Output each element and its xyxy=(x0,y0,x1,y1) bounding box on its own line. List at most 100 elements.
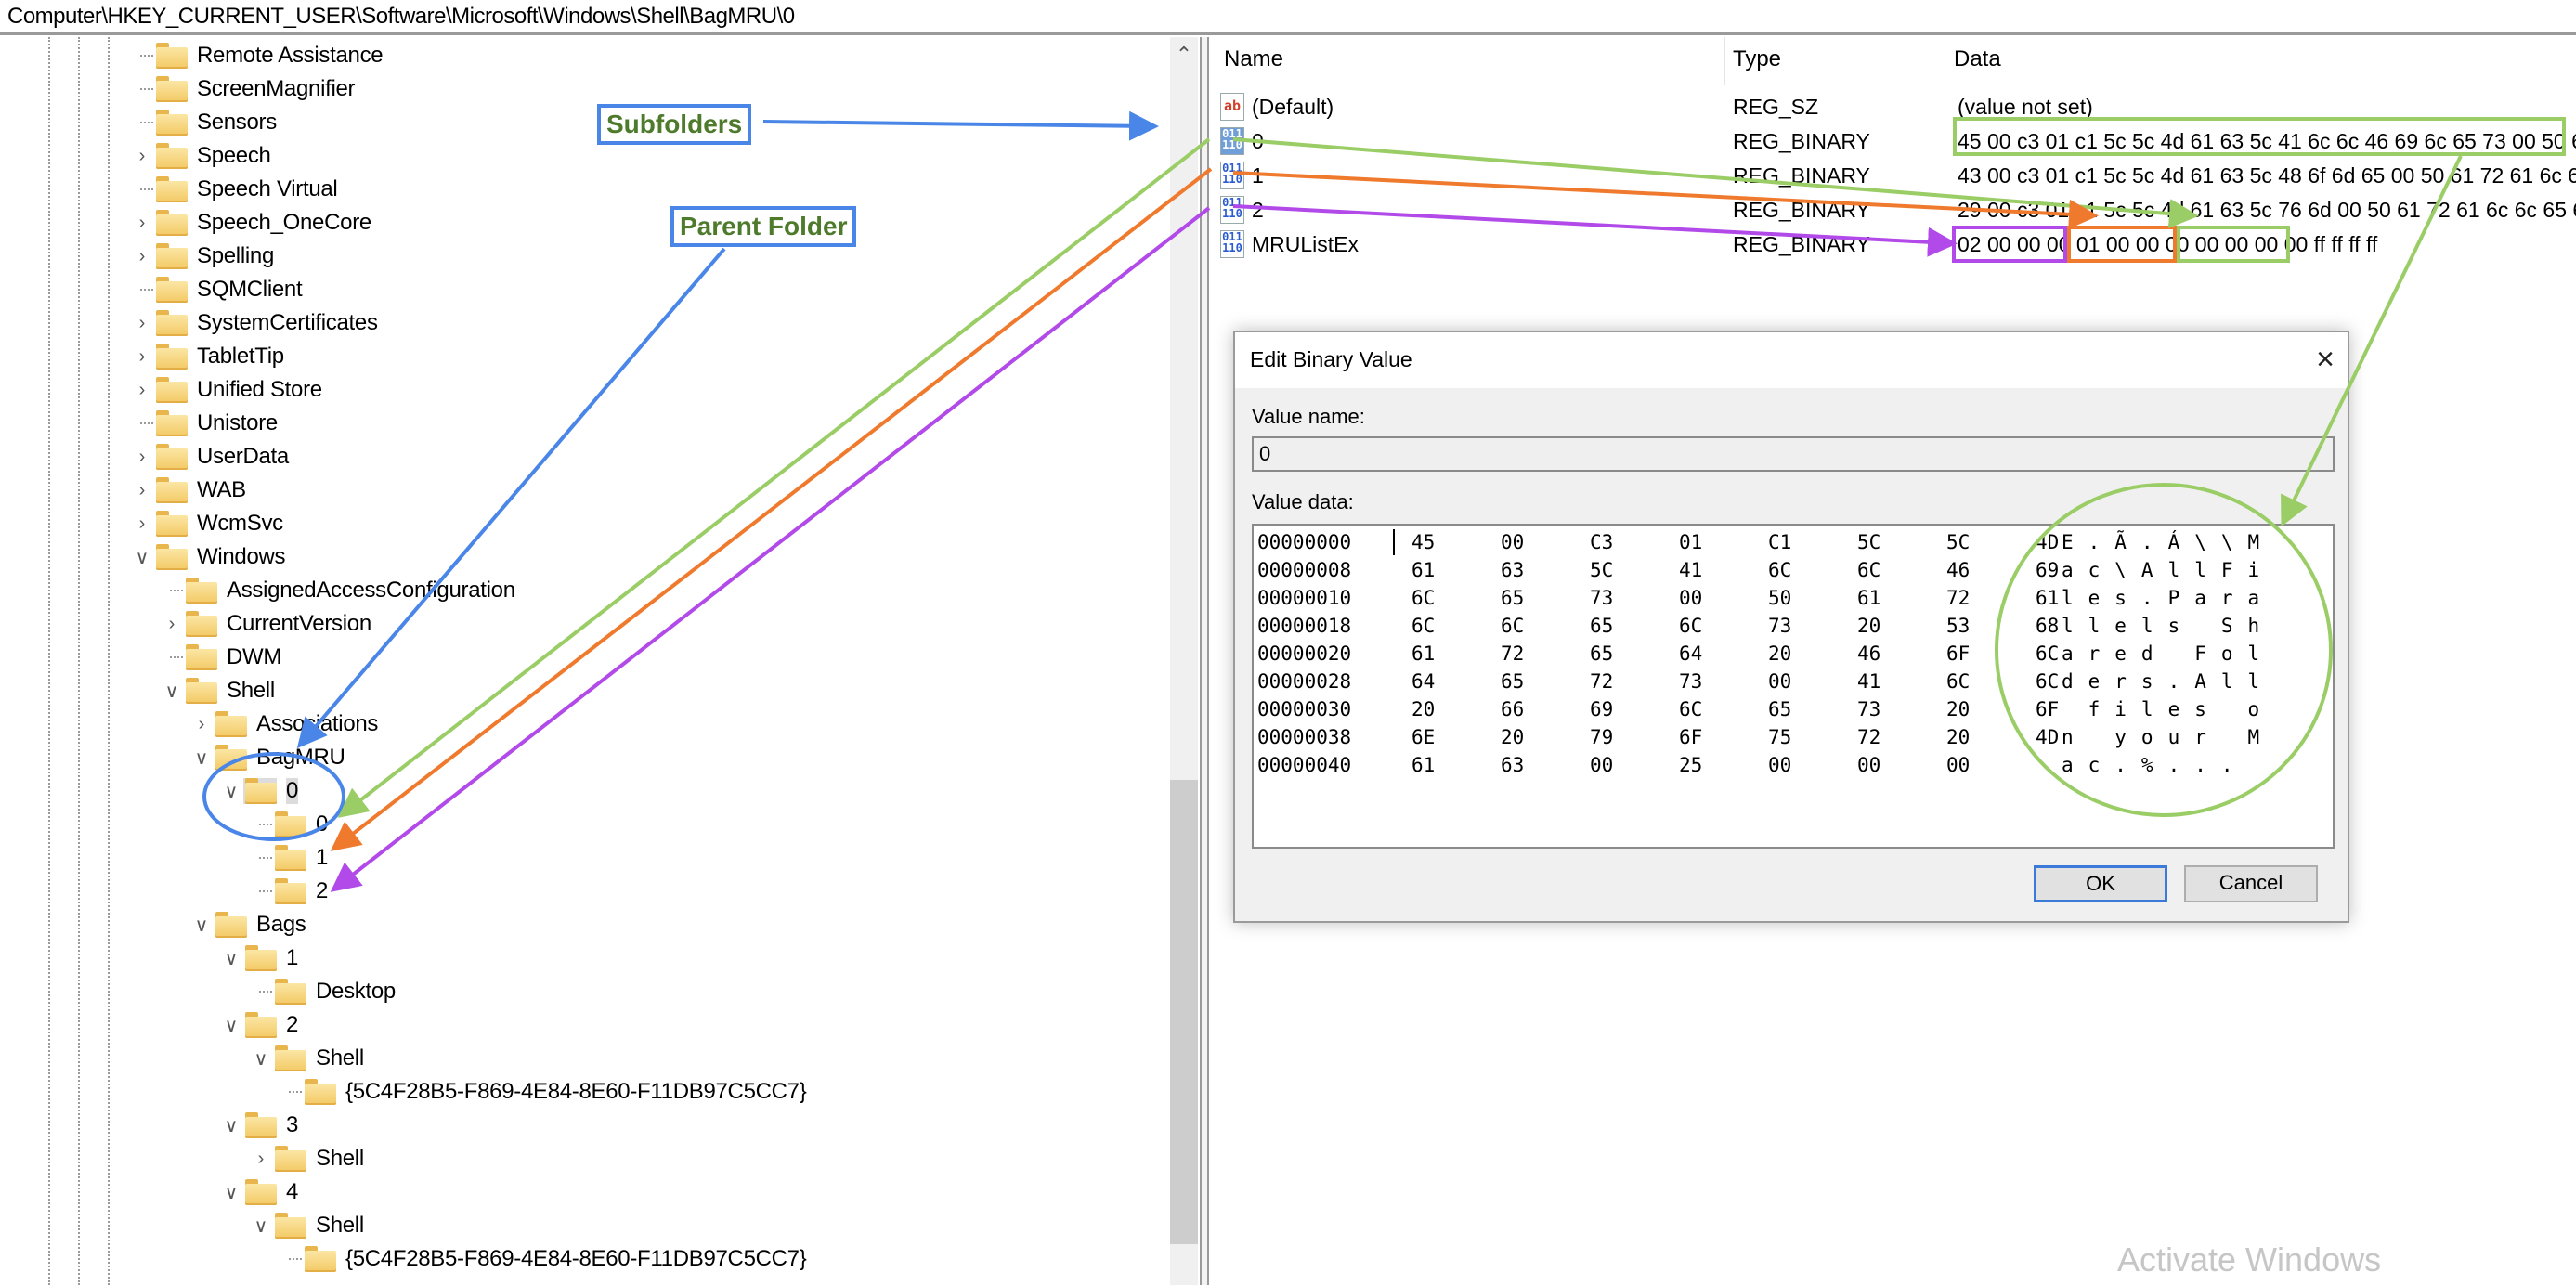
tree-item[interactable]: › Speech_OneCore xyxy=(130,206,371,240)
tree-item[interactable]: Desktop xyxy=(249,975,396,1008)
hex-byte[interactable]: 65 xyxy=(1590,642,1613,665)
hex-byte[interactable]: 72 xyxy=(1590,670,1613,693)
hex-byte[interactable]: 72 xyxy=(1857,726,1880,748)
value-row[interactable]: 011 110 MRUListEx REG_BINARY 02 00 00 00 01… xyxy=(1211,228,2576,262)
tree-item[interactable]: 1 xyxy=(249,841,328,875)
chevron-right-icon[interactable]: › xyxy=(160,614,184,635)
tree-item[interactable]: ∨ Shell xyxy=(249,1209,364,1242)
chevron-down-icon[interactable]: ∨ xyxy=(219,947,243,970)
hex-byte[interactable]: 20 xyxy=(1946,726,1970,748)
chevron-down-icon[interactable]: ∨ xyxy=(249,1214,273,1238)
tree-item[interactable]: › Spelling xyxy=(130,240,274,273)
hex-byte[interactable]: 45 xyxy=(1412,531,1435,553)
tree-item[interactable]: {5C4F28B5-F869-4E84-8E60-F11DB97C5CC7} xyxy=(279,1242,807,1276)
hex-byte[interactable]: 73 xyxy=(1679,670,1702,693)
hex-byte[interactable]: 46 xyxy=(1946,559,1970,581)
address-path[interactable]: Computer\HKEY_CURRENT_USER\Software\Micr… xyxy=(7,4,795,30)
tree-item[interactable]: AssignedAccessConfiguration xyxy=(160,574,515,607)
pane-splitter[interactable] xyxy=(1200,37,1209,1285)
hex-byte[interactable]: 5C xyxy=(1946,531,1970,553)
hex-byte[interactable]: 6C xyxy=(1857,559,1880,581)
hex-byte[interactable]: 64 xyxy=(1679,642,1702,665)
hex-byte[interactable]: 69 xyxy=(1590,698,1613,720)
hex-byte[interactable]: 20 xyxy=(1768,642,1791,665)
tree-item[interactable]: › UserData xyxy=(130,440,289,474)
hex-byte[interactable]: 00 xyxy=(1501,531,1524,553)
tree-item[interactable]: › Shell xyxy=(249,1142,364,1175)
column-header-data[interactable]: Data xyxy=(1954,46,2001,72)
hex-byte[interactable]: 75 xyxy=(1768,726,1791,748)
tree-item[interactable]: Sensors xyxy=(130,106,277,139)
hex-byte[interactable]: 25 xyxy=(1679,754,1702,776)
hex-byte[interactable]: 5C xyxy=(1590,559,1613,581)
tree-item[interactable]: ∨ Shell xyxy=(160,674,275,707)
cancel-button[interactable]: Cancel xyxy=(2184,865,2318,902)
tree-item[interactable]: › Associations xyxy=(189,707,378,741)
chevron-down-icon[interactable]: ∨ xyxy=(130,546,154,569)
hex-byte[interactable]: 00 xyxy=(1857,754,1880,776)
dialog-title-bar[interactable]: Edit Binary Value × xyxy=(1235,332,2348,388)
value-data-hex-editor[interactable]: 00000000 45 00 C3 01 C1 5C 5C 4D E.Ã.Á\\M 00000008… xyxy=(1252,524,2335,849)
registry-key-tree[interactable]: Remote Assistance ScreenMagnifier Sensors ›… xyxy=(0,37,1168,1285)
hex-byte[interactable]: 63 xyxy=(1501,559,1524,581)
tree-scrollbar[interactable]: ⌃ xyxy=(1170,37,1198,1285)
hex-byte[interactable]: 69 xyxy=(2036,559,2059,581)
tree-item[interactable]: › CurrentVersion xyxy=(160,607,371,641)
tree-item[interactable]: ∨ 3 xyxy=(219,1109,298,1142)
hex-byte[interactable]: 6C xyxy=(1412,587,1435,609)
hex-byte[interactable]: 6C xyxy=(1946,670,1970,693)
hex-byte[interactable]: C3 xyxy=(1590,531,1613,553)
hex-byte[interactable]: 61 xyxy=(1857,587,1880,609)
tree-item[interactable]: DWM xyxy=(160,641,281,674)
hex-byte[interactable]: 20 xyxy=(1501,726,1524,748)
chevron-down-icon[interactable]: ∨ xyxy=(249,1047,273,1071)
hex-byte[interactable]: 64 xyxy=(1412,670,1435,693)
hex-byte[interactable]: C1 xyxy=(1768,531,1791,553)
tree-item[interactable]: ∨ 2 xyxy=(219,1008,298,1042)
hex-byte[interactable]: 6C xyxy=(1501,615,1524,637)
hex-byte[interactable]: 50 xyxy=(1768,587,1791,609)
chevron-right-icon[interactable]: › xyxy=(130,213,154,234)
tree-item[interactable]: 2 xyxy=(249,875,328,908)
tree-item[interactable]: › WcmSvc xyxy=(130,507,283,540)
tree-item[interactable]: SQMClient xyxy=(130,273,303,306)
hex-byte[interactable]: 00 xyxy=(1768,670,1791,693)
chevron-down-icon[interactable]: ∨ xyxy=(189,746,214,770)
hex-byte[interactable]: 6C xyxy=(1679,615,1702,637)
hex-byte[interactable]: 4D xyxy=(2036,531,2059,553)
chevron-down-icon[interactable]: ∨ xyxy=(219,1114,243,1137)
value-row[interactable]: 011 110 2 REG_BINARY 29 00 c3 01 c1 5c 5c 4… xyxy=(1211,194,2576,227)
tree-item[interactable]: ∨ 1 xyxy=(219,941,298,975)
ok-button[interactable]: OK xyxy=(2034,865,2167,902)
tree-item[interactable]: › Unified Store xyxy=(130,373,322,407)
hex-byte[interactable]: 73 xyxy=(1590,587,1613,609)
chevron-down-icon[interactable]: ∨ xyxy=(160,680,184,703)
column-header-type[interactable]: Type xyxy=(1733,46,1781,72)
hex-byte[interactable]: 61 xyxy=(2036,587,2059,609)
hex-byte[interactable]: 72 xyxy=(1501,642,1524,665)
hex-byte[interactable]: 66 xyxy=(1501,698,1524,720)
hex-byte[interactable]: 53 xyxy=(1946,615,1970,637)
tree-item[interactable]: › TabletTip xyxy=(130,340,284,373)
hex-byte[interactable]: 68 xyxy=(2036,615,2059,637)
chevron-down-icon[interactable]: ∨ xyxy=(219,780,243,803)
hex-byte[interactable]: 4D xyxy=(2036,726,2059,748)
scroll-up-arrow-icon[interactable]: ⌃ xyxy=(1170,43,1198,66)
value-row[interactable]: 011 110 1 REG_BINARY 43 00 c3 01 c1 5c 5c 4… xyxy=(1211,160,2576,193)
hex-byte[interactable]: 5C xyxy=(1857,531,1880,553)
chevron-down-icon[interactable]: ∨ xyxy=(189,914,214,937)
tree-item[interactable]: ∨ Bags xyxy=(189,908,306,941)
chevron-right-icon[interactable]: › xyxy=(130,380,154,401)
hex-byte[interactable]: 00 xyxy=(1679,587,1702,609)
chevron-right-icon[interactable]: › xyxy=(130,246,154,267)
chevron-right-icon[interactable]: › xyxy=(130,513,154,535)
hex-byte[interactable]: 20 xyxy=(1946,698,1970,720)
tree-item[interactable]: › SystemCertificates xyxy=(130,306,378,340)
hex-byte[interactable]: 41 xyxy=(1679,559,1702,581)
hex-byte[interactable]: 65 xyxy=(1590,615,1613,637)
hex-byte[interactable]: 6F xyxy=(2036,698,2059,720)
column-header-name[interactable]: Name xyxy=(1224,46,1283,72)
hex-byte[interactable]: 00 xyxy=(1768,754,1791,776)
hex-byte[interactable]: 6F xyxy=(1946,642,1970,665)
hex-byte[interactable]: 00 xyxy=(1946,754,1970,776)
